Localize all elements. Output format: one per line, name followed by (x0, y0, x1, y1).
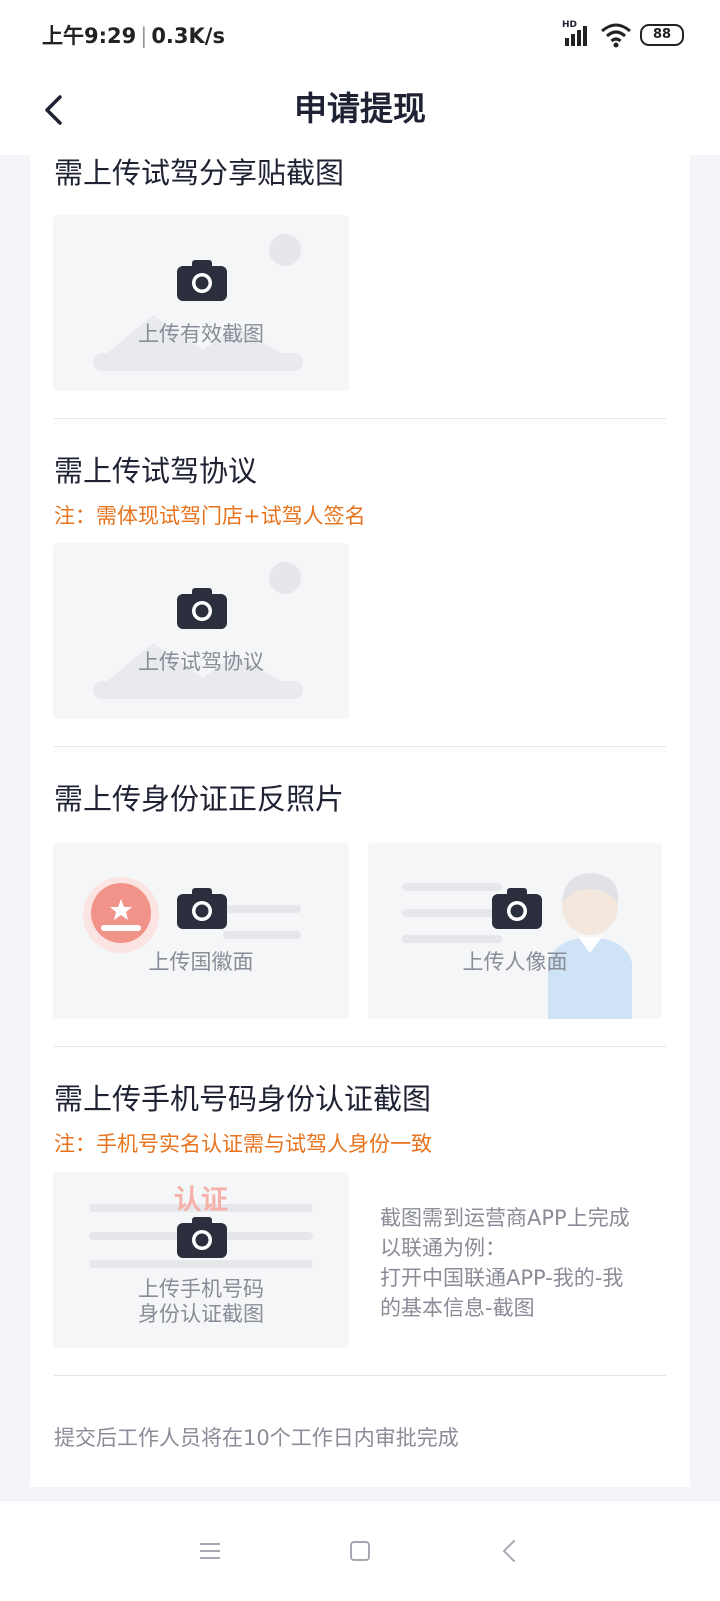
status-bar: 上午9:29 | 0.3K/s HD 88 (0, 0, 720, 70)
section-title-share-screenshot: 需上传试驾分享贴截图 (54, 156, 345, 190)
upload-share-screenshot[interactable]: 上传有效截图 (53, 215, 349, 391)
camera-icon (177, 260, 227, 301)
upload-label: 上传人像面 (462, 950, 568, 974)
instruction-line: 的基本信息-截图 (380, 1296, 535, 1320)
system-back-button[interactable] (490, 1531, 530, 1571)
form-card: 需上传试驾分享贴截图 上传有效截图 需上传试驾协议 注：需体现试驾门店+试驾人签… (30, 155, 690, 1487)
home-square-icon (350, 1541, 370, 1561)
status-time: 上午9:29 | 0.3K/s (42, 24, 225, 48)
battery-icon: 88 (640, 24, 684, 46)
upload-id-portrait-side[interactable]: 上传人像面 (368, 843, 662, 1019)
upload-label: 上传手机号码 (138, 1277, 264, 1301)
note-phone-verify: 注：手机号实名认证需与试驾人身份一致 (54, 1132, 432, 1156)
divider (54, 1375, 666, 1376)
system-nav-bar (0, 1500, 720, 1601)
camera-icon (177, 588, 227, 629)
signal-icon: HD (562, 20, 592, 48)
menu-icon (200, 1543, 220, 1559)
instruction-line: 截图需到运营商APP上完成 (380, 1206, 630, 1230)
upload-label: 上传有效截图 (138, 322, 264, 346)
footer-note: 提交后工作人员将在10个工作日内审批完成 (54, 1426, 459, 1450)
section-title-phone-verify: 需上传手机号码身份认证截图 (54, 1082, 432, 1116)
home-button[interactable] (340, 1531, 380, 1571)
divider (54, 746, 666, 747)
instruction-line: 以联通为例： (380, 1236, 506, 1260)
wifi-icon (600, 22, 632, 48)
section-title-agreement: 需上传试驾协议 (54, 454, 258, 488)
camera-icon (177, 888, 227, 929)
national-emblem-icon (83, 877, 301, 953)
placeholder-landscape-icon (93, 234, 303, 371)
menu-button[interactable] (190, 1531, 230, 1571)
instructions: 截图需到运营商APP上完成 以联通为例： 打开中国联通APP-我的-我 的基本信… (380, 1203, 660, 1323)
upload-label: 上传国徽面 (148, 950, 254, 974)
section-title-id-card: 需上传身份证正反照片 (54, 782, 345, 816)
chevron-left-icon (502, 1540, 515, 1562)
placeholder-landscape-icon (93, 562, 303, 699)
upload-label: 上传试驾协议 (138, 650, 264, 674)
instruction-line: 打开中国联通APP-我的-我 (380, 1266, 624, 1290)
divider (54, 418, 666, 419)
header-bar: 申请提现 (0, 70, 720, 155)
camera-icon (177, 1217, 227, 1258)
camera-icon (492, 888, 542, 929)
upload-id-emblem-side[interactable]: 上传国徽面 (53, 843, 349, 1019)
verify-stamp: 认证 (174, 1185, 228, 1216)
upload-label: 身份认证截图 (138, 1302, 264, 1326)
upload-phone-verify[interactable]: 认证 上传手机号码 身份认证截图 (53, 1172, 349, 1348)
note-agreement: 注：需体现试驾门店+试驾人签名 (54, 504, 366, 528)
portrait-icon (402, 873, 632, 1019)
divider (54, 1046, 666, 1047)
upload-agreement[interactable]: 上传试驾协议 (53, 543, 349, 719)
status-icons: HD 88 (562, 18, 684, 52)
page-title: 申请提现 (294, 89, 426, 128)
